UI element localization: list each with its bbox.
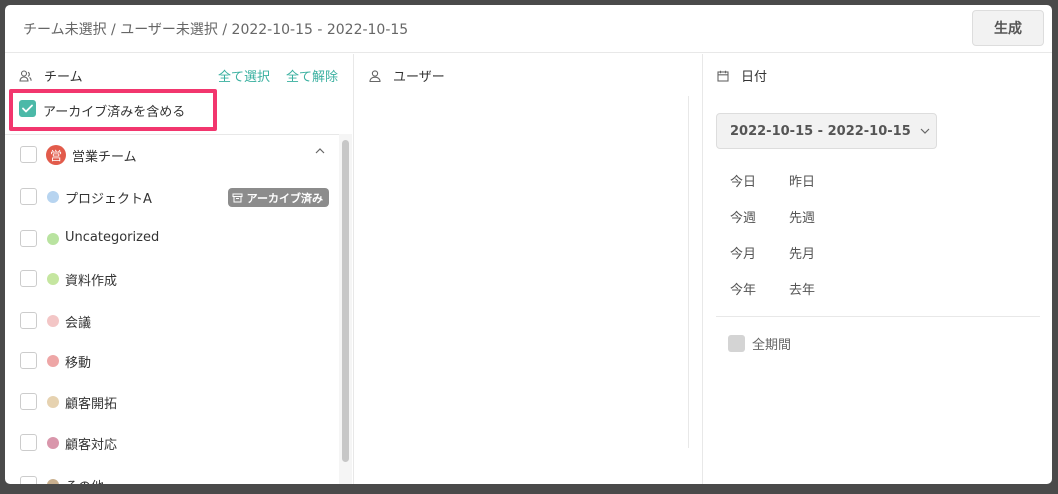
team-column: チーム 全て選択 全て解除 アーカイブ済みを含める 営 営業チーム プロジェクト… (5, 54, 354, 484)
archive-box-icon (232, 193, 243, 202)
archived-badge-label: アーカイブ済み (246, 191, 323, 205)
divider (716, 316, 1040, 317)
project-checkbox[interactable] (20, 393, 37, 410)
quick-this-year[interactable]: 今年 (730, 279, 756, 298)
include-archived-checkbox[interactable] (19, 100, 36, 117)
project-row[interactable]: 移動 (5, 341, 339, 381)
check-icon (22, 104, 33, 113)
project-checkbox[interactable] (20, 476, 37, 484)
project-row[interactable]: 会議 (5, 301, 339, 341)
project-row[interactable]: Uncategorized (5, 219, 339, 259)
team-column-title: チーム (44, 70, 83, 85)
project-color-dot (47, 233, 59, 245)
quick-last-week[interactable]: 先週 (789, 207, 815, 226)
team-name: 営業チーム (72, 150, 137, 165)
quick-yesterday[interactable]: 昨日 (789, 171, 815, 190)
header: チーム未選択 / ユーザー未選択 / 2022-10-15 - 2022-10-… (5, 5, 1052, 53)
project-name: 資料作成 (65, 274, 118, 289)
all-period-toggle[interactable]: 全期間 (728, 334, 791, 353)
quick-this-week[interactable]: 今週 (730, 207, 756, 226)
project-checkbox[interactable] (20, 270, 37, 287)
date-column-header: 日付 (717, 66, 767, 85)
quick-this-month[interactable]: 今月 (730, 243, 756, 262)
project-name: 顧客開拓 (65, 397, 118, 412)
chevron-down-icon (920, 128, 930, 134)
date-range-dropdown[interactable]: 2022-10-15 - 2022-10-15 (716, 113, 937, 149)
breadcrumb: チーム未選択 / ユーザー未選択 / 2022-10-15 - 2022-10-… (23, 22, 409, 38)
project-name: プロジェクトA (65, 192, 152, 207)
include-archived-label[interactable]: アーカイブ済みを含める (43, 101, 185, 120)
date-column: 日付 2022-10-15 - 2022-10-15 今日 昨日 今週 先週 今… (704, 54, 1052, 484)
project-color-dot (47, 479, 59, 484)
team-list-scrollbar[interactable] (339, 134, 352, 484)
project-row[interactable]: 資料作成 (5, 259, 339, 299)
date-column-title: 日付 (741, 70, 768, 85)
calendar-icon (717, 70, 729, 82)
project-checkbox[interactable] (20, 312, 37, 329)
user-column-header: ユーザー (369, 66, 445, 85)
project-checkbox[interactable] (20, 352, 37, 369)
project-color-dot (47, 191, 59, 203)
quick-today[interactable]: 今日 (730, 171, 756, 190)
deselect-all-link[interactable]: 全て解除 (286, 66, 338, 85)
project-color-dot (47, 355, 59, 367)
project-row[interactable]: 顧客開拓 (5, 382, 339, 422)
chevron-up-icon[interactable] (315, 148, 325, 154)
project-name: 顧客対応 (65, 438, 118, 453)
quick-last-year[interactable]: 去年 (789, 279, 815, 298)
include-archived-highlight: アーカイブ済みを含める (9, 89, 217, 131)
all-period-checkbox[interactable] (728, 335, 745, 352)
project-color-dot (47, 437, 59, 449)
all-period-label: 全期間 (752, 338, 792, 353)
project-color-dot (47, 273, 59, 285)
user-list-scrollbar[interactable] (688, 96, 689, 448)
project-checkbox[interactable] (20, 434, 37, 451)
team-checkbox[interactable] (20, 146, 37, 163)
project-name: 会議 (65, 316, 92, 331)
date-range-value: 2022-10-15 - 2022-10-15 (730, 123, 911, 139)
project-row[interactable]: プロジェクトA アーカイブ済み (5, 177, 339, 217)
generate-button[interactable]: 生成 (972, 10, 1044, 46)
select-all-link[interactable]: 全て選択 (218, 66, 270, 85)
project-checkbox[interactable] (20, 230, 37, 247)
project-name: Uncategorized (65, 230, 160, 245)
project-row[interactable]: その他 (5, 465, 339, 484)
team-column-header: チーム (19, 66, 83, 85)
user-column-title: ユーザー (393, 70, 445, 85)
project-checkbox[interactable] (20, 188, 37, 205)
user-icon (369, 69, 381, 82)
project-color-dot (47, 315, 59, 327)
user-column: ユーザー (355, 54, 703, 484)
scrollbar-thumb[interactable] (342, 140, 349, 462)
team-row[interactable]: 営 営業チーム (5, 135, 339, 175)
team-icon (19, 69, 32, 82)
project-color-dot (47, 396, 59, 408)
project-name: 移動 (65, 356, 92, 371)
project-name: その他 (65, 476, 104, 484)
project-row[interactable]: 顧客対応 (5, 423, 339, 463)
quick-last-month[interactable]: 先月 (789, 243, 815, 262)
team-project-list: 営 営業チーム プロジェクトA アーカイブ済み Uncategorized 資料… (5, 134, 339, 484)
team-logo: 営 (46, 145, 66, 165)
archived-badge: アーカイブ済み (227, 188, 329, 207)
report-filter-dialog: チーム未選択 / ユーザー未選択 / 2022-10-15 - 2022-10-… (5, 5, 1052, 484)
